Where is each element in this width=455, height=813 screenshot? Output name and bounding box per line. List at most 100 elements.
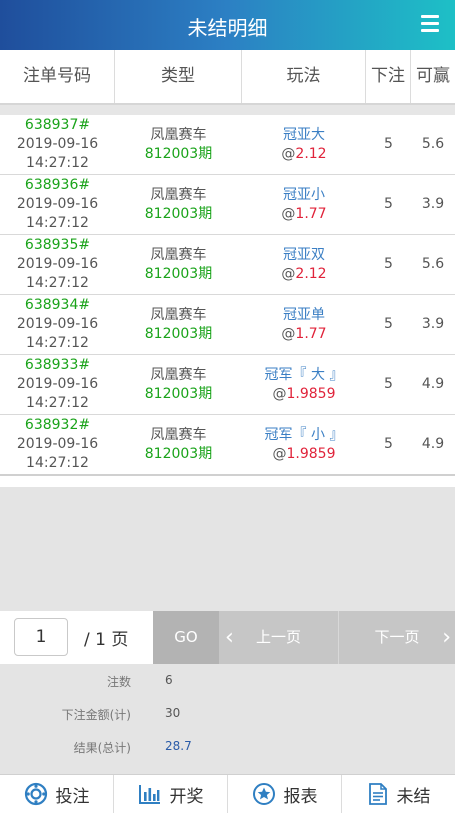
amount-label: 下注金额(计) bbox=[61, 708, 131, 722]
hamburger-menu-icon[interactable] bbox=[421, 15, 439, 33]
result-value: 28.7 bbox=[165, 739, 192, 753]
column-header-bet: 下注 bbox=[366, 50, 411, 103]
table-row[interactable]: 638933# 2019-09-16 14:27:12 凤凰赛车 812003期 冠军… bbox=[0, 355, 455, 415]
bet-amount: 5 bbox=[384, 436, 393, 452]
bet-number: 638935# bbox=[24, 237, 91, 253]
tab-unsettled-label: 未结 bbox=[396, 786, 431, 807]
game-name: 凤凰赛车 bbox=[150, 306, 207, 323]
app-header: 未结明细 bbox=[0, 0, 455, 50]
page-number-input[interactable]: 1 bbox=[14, 618, 68, 656]
bet-amount: 5 bbox=[384, 256, 393, 272]
tab-bet-label: 投注 bbox=[55, 786, 90, 807]
pagination: 1 / 1 页 GO ‹ 上一页 下一页 › bbox=[0, 611, 455, 664]
win-amount: 3.9 bbox=[421, 196, 445, 212]
at-sign: @ bbox=[272, 385, 287, 402]
at-sign: @ bbox=[281, 145, 296, 162]
table-row[interactable]: 638936# 2019-09-16 14:27:12 凤凰赛车 812003期 冠亚… bbox=[0, 175, 455, 235]
bet-time: 14:27:12 bbox=[26, 335, 89, 351]
table-row[interactable]: 638935# 2019-09-16 14:27:12 凤凰赛车 812003期 冠亚… bbox=[0, 235, 455, 295]
bet-time: 14:27:12 bbox=[26, 155, 89, 171]
tab-report-label: 报表 bbox=[283, 786, 318, 807]
prev-page-label: 上一页 bbox=[255, 628, 301, 646]
document-icon bbox=[368, 783, 387, 805]
period: 812003期 bbox=[144, 205, 213, 222]
bet-date: 2019-09-16 bbox=[16, 256, 99, 272]
summary-result-row: 结果(总计) 28.7 bbox=[0, 739, 455, 759]
odds: 2.12 bbox=[295, 145, 327, 162]
bet-date: 2019-09-16 bbox=[16, 136, 99, 152]
bet-number: 638936# bbox=[24, 177, 91, 193]
tab-bet[interactable]: 投注 bbox=[0, 775, 114, 813]
bottom-tab-bar: 投注 开奖 报表 未结 bbox=[0, 774, 455, 813]
game-name: 凤凰赛车 bbox=[150, 126, 207, 143]
bet-time: 14:27:12 bbox=[26, 395, 89, 411]
chevron-left-icon: ‹ bbox=[225, 625, 234, 650]
empty-area bbox=[0, 487, 455, 611]
game-name: 凤凰赛车 bbox=[150, 186, 207, 203]
bet-number: 638937# bbox=[24, 117, 91, 133]
tab-draw-label: 开奖 bbox=[169, 786, 204, 807]
bar-chart-icon bbox=[138, 785, 160, 804]
table-header: 注单号码 类型 玩法 下注 可赢 bbox=[0, 50, 455, 105]
table-spacer bbox=[0, 105, 455, 115]
game-name: 凤凰赛车 bbox=[150, 426, 207, 443]
play-name: 冠亚双 bbox=[283, 246, 325, 263]
period: 812003期 bbox=[144, 385, 213, 402]
play-name: 冠亚单 bbox=[283, 306, 325, 323]
tab-report[interactable]: 报表 bbox=[228, 775, 342, 813]
bet-date: 2019-09-16 bbox=[16, 436, 99, 452]
play-name: 冠军『 小 』 bbox=[264, 426, 344, 443]
bet-number: 638933# bbox=[24, 357, 91, 373]
bet-date: 2019-09-16 bbox=[16, 316, 99, 332]
next-page-label: 下一页 bbox=[374, 628, 420, 646]
bet-date: 2019-09-16 bbox=[16, 196, 99, 212]
column-header-win: 可赢 bbox=[416, 66, 450, 86]
amount-value: 30 bbox=[165, 706, 181, 720]
star-circle-icon bbox=[252, 783, 275, 805]
bet-time: 14:27:12 bbox=[26, 215, 89, 231]
at-sign: @ bbox=[281, 325, 296, 342]
go-button[interactable]: GO bbox=[153, 611, 219, 664]
odds: 1.9859 bbox=[286, 385, 336, 402]
period: 812003期 bbox=[144, 325, 213, 342]
game-name: 凤凰赛车 bbox=[150, 246, 207, 263]
bet-date: 2019-09-16 bbox=[16, 376, 99, 392]
tab-draw[interactable]: 开奖 bbox=[114, 775, 228, 813]
column-header-type: 类型 bbox=[115, 50, 242, 103]
bet-number: 638934# bbox=[24, 297, 91, 313]
count-value: 6 bbox=[165, 673, 173, 687]
chevron-right-icon: › bbox=[442, 625, 451, 650]
prev-page-button[interactable]: ‹ 上一页 bbox=[219, 611, 339, 664]
next-page-button[interactable]: 下一页 › bbox=[339, 611, 455, 664]
play-name: 冠军『 大 』 bbox=[264, 366, 344, 383]
lifebuoy-icon bbox=[24, 782, 47, 806]
bet-amount: 5 bbox=[384, 196, 393, 212]
result-label: 结果(总计) bbox=[73, 741, 131, 755]
table-row[interactable]: 638937# 2019-09-16 14:27:12 凤凰赛车 812003期 冠亚… bbox=[0, 115, 455, 175]
win-amount: 4.9 bbox=[421, 436, 445, 452]
play-name: 冠亚小 bbox=[283, 186, 325, 203]
play-name: 冠亚大 bbox=[283, 126, 325, 143]
period: 812003期 bbox=[144, 265, 213, 282]
page-title: 未结明细 bbox=[187, 16, 268, 40]
column-header-bet-number: 注单号码 bbox=[0, 50, 115, 103]
table-row[interactable]: 638934# 2019-09-16 14:27:12 凤凰赛车 812003期 冠亚… bbox=[0, 295, 455, 355]
game-name: 凤凰赛车 bbox=[150, 366, 207, 383]
odds: 1.77 bbox=[295, 205, 327, 222]
table-row[interactable]: 638932# 2019-09-16 14:27:12 凤凰赛车 812003期 冠军… bbox=[0, 415, 455, 476]
odds: 1.77 bbox=[295, 325, 327, 342]
win-amount: 5.6 bbox=[421, 136, 445, 152]
summary-count-row: 注数 6 bbox=[0, 673, 455, 693]
bet-number: 638932# bbox=[24, 417, 91, 433]
bet-list: 638937# 2019-09-16 14:27:12 凤凰赛车 812003期 冠亚… bbox=[0, 115, 455, 476]
summary-panel: 注数 6 下注金额(计) 30 结果(总计) 28.7 bbox=[0, 664, 455, 774]
bet-amount: 5 bbox=[384, 136, 393, 152]
at-sign: @ bbox=[281, 205, 296, 222]
win-amount: 3.9 bbox=[421, 316, 445, 332]
odds: 1.9859 bbox=[286, 445, 336, 462]
tab-unsettled[interactable]: 未结 bbox=[342, 775, 455, 813]
bet-time: 14:27:12 bbox=[26, 455, 89, 471]
odds: 2.12 bbox=[295, 265, 327, 282]
at-sign: @ bbox=[272, 445, 287, 462]
count-label: 注数 bbox=[106, 675, 131, 689]
